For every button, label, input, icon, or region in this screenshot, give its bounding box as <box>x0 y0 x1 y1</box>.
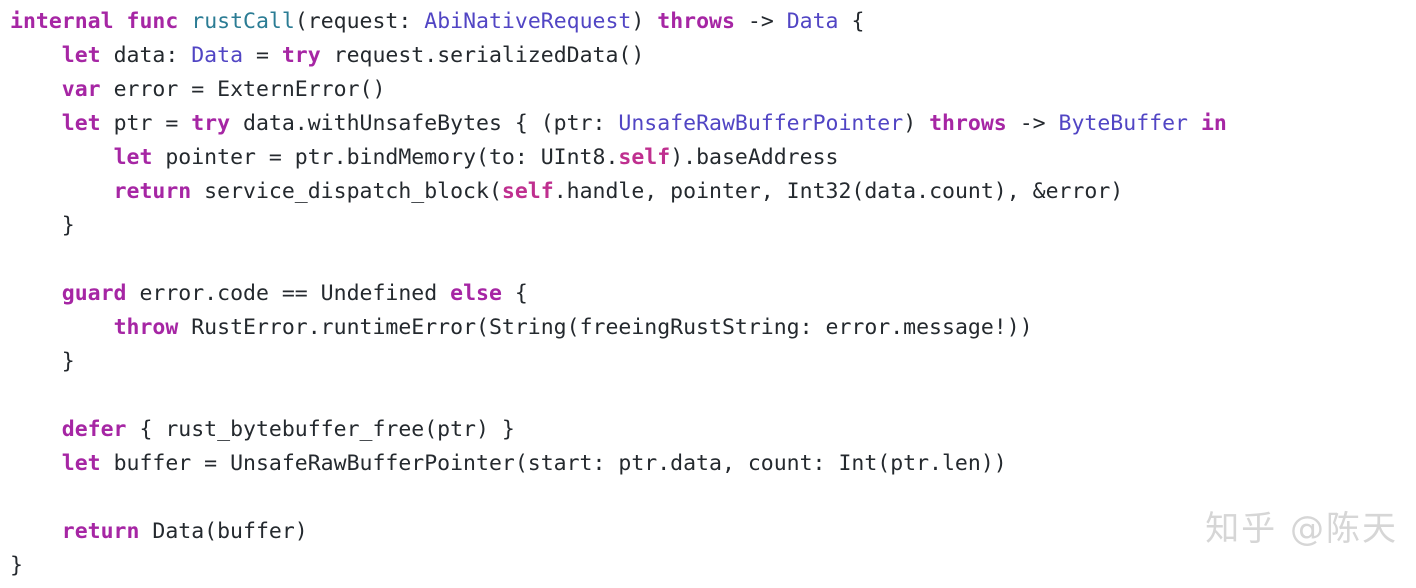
code-token: self <box>618 145 671 170</box>
code-token: ptr = <box>100 111 192 136</box>
code-line: } <box>10 345 1227 379</box>
code-token: ).baseAddress <box>670 145 839 170</box>
code-token: let <box>61 43 101 68</box>
code-token: -> <box>1006 111 1059 136</box>
code-token: throw <box>113 315 179 340</box>
code-line: let data: Data = try request.serializedD… <box>10 39 1227 73</box>
watermark-zhihu: 知乎 @陈天 <box>1205 509 1398 549</box>
code-line: return Data(buffer) <box>10 515 1227 549</box>
code-token: ) <box>631 9 658 34</box>
code-line: var error = ExternError() <box>10 73 1227 107</box>
code-line: throw RustError.runtimeError(String(free… <box>10 311 1227 345</box>
code-token: guard <box>61 281 127 306</box>
code-token: RustError.runtimeError(String(freeingRus… <box>178 315 1033 340</box>
code-token: Data <box>191 43 244 68</box>
code-line: return service_dispatch_block(self.handl… <box>10 175 1227 209</box>
code-token: rustCall <box>191 9 295 34</box>
code-line: internal func rustCall(request: AbiNativ… <box>10 5 1227 39</box>
code-token: return <box>61 519 140 544</box>
code-token: = <box>243 43 282 68</box>
code-token: var <box>61 77 101 102</box>
code-token: AbiNativeRequest <box>424 9 632 34</box>
code-snippet-surface: internal func rustCall(request: AbiNativ… <box>0 0 1416 588</box>
code-token: pointer = ptr.bindMemory(to: UInt8. <box>152 145 619 170</box>
code-token: { <box>501 281 528 306</box>
code-token: service_dispatch_block( <box>191 179 502 204</box>
code-token: ) <box>903 111 930 136</box>
code-token: } <box>10 349 75 374</box>
code-token: let <box>113 145 153 170</box>
code-token: UnsafeRawBufferPointer <box>618 111 904 136</box>
code-line: let ptr = try data.withUnsafeBytes { (pt… <box>10 107 1227 141</box>
code-token: -> <box>734 9 787 34</box>
code-token: Data(buffer) <box>139 519 308 544</box>
code-token: Data <box>786 9 839 34</box>
code-token: throws <box>929 111 1007 136</box>
code-token: defer <box>61 417 127 442</box>
code-token: data.withUnsafeBytes { (ptr: <box>230 111 619 136</box>
code-token: return <box>113 179 192 204</box>
code-line: } <box>10 549 1227 583</box>
code-token: let <box>61 451 101 476</box>
code-token: request.serializedData() <box>320 43 645 68</box>
code-token: { rust_bytebuffer_free(ptr) } <box>126 417 515 442</box>
code-token: else <box>450 281 502 306</box>
code-token: (request: <box>294 9 425 34</box>
code-token: data: <box>100 43 192 68</box>
code-token: { <box>838 9 865 34</box>
code-token: buffer = UnsafeRawBufferPointer(start: p… <box>100 451 1007 476</box>
code-line: defer { rust_bytebuffer_free(ptr) } <box>10 413 1227 447</box>
code-line: let buffer = UnsafeRawBufferPointer(star… <box>10 447 1227 481</box>
code-token: } <box>10 213 75 238</box>
code-token: in <box>1200 111 1227 136</box>
source-code-block: internal func rustCall(request: AbiNativ… <box>10 5 1227 583</box>
code-line: let pointer = ptr.bindMemory(to: UInt8.s… <box>10 141 1227 175</box>
code-line: } <box>10 209 1227 243</box>
code-line: guard error.code == Undefined else { <box>10 277 1227 311</box>
code-token: func <box>126 9 179 34</box>
code-token: error = ExternError() <box>100 77 386 102</box>
code-token: error.code == Undefined <box>126 281 451 306</box>
code-token: } <box>10 553 23 578</box>
code-token: throws <box>657 9 735 34</box>
code-token: .handle, pointer, Int32(data.count), &er… <box>553 179 1124 204</box>
code-token: try <box>281 43 321 68</box>
code-token: self <box>501 179 554 204</box>
code-token: try <box>191 111 231 136</box>
code-token: ByteBuffer <box>1058 111 1188 136</box>
code-token: internal <box>10 9 114 34</box>
code-token: let <box>61 111 101 136</box>
